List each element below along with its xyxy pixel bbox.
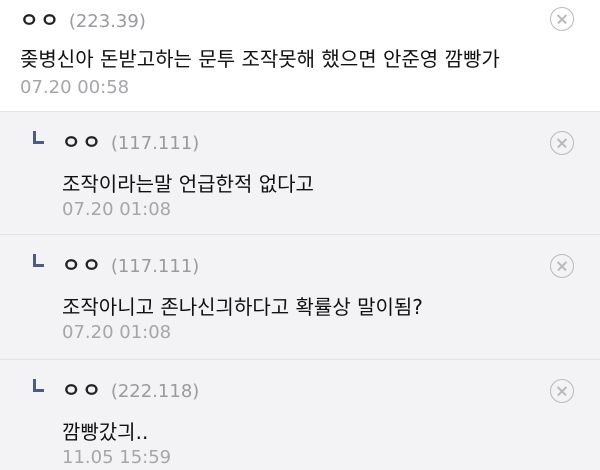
comment-nickname[interactable]: ㅇㅇ [62,374,103,403]
comment-ip: (117.111) [110,133,200,154]
comment-date: 11.05 15:59 [62,447,172,468]
comment-ip: (223.39) [68,11,146,32]
delete-comment-button[interactable] [550,254,574,278]
comment-date: 07.20 01:08 [62,322,172,343]
comment-date: 07.20 00:58 [20,77,130,98]
reply-item: ㅇㅇ (117.111) 조작이라는말 언급한적 없다고 07.20 01:08 [0,112,600,235]
reply-item: ㅇㅇ (117.111) 조작아니고 존나신긔하다고 확률상 말이됨? 07.2… [0,235,600,360]
reply-item: ㅇㅇ (222.118) 깜빵갔긔.. 11.05 15:59 [0,360,600,470]
comment-text: 조작이라는말 언급한적 없다고 [62,172,314,196]
comment-text: 좆병신아 돈받고하는 문투 조작못해 했으면 안준영 깜빵가 [20,47,500,71]
comment-header: ㅇㅇ (223.39) [20,4,146,33]
comment-item: ㅇㅇ (223.39) 좆병신아 돈받고하는 문투 조작못해 했으면 안준영 깜… [0,0,600,112]
delete-comment-button[interactable] [550,379,574,403]
comment-thread: ㅇㅇ (223.39) 좆병신아 돈받고하는 문투 조작못해 했으면 안준영 깜… [0,0,600,470]
comment-date: 07.20 01:08 [62,199,172,220]
reply-arrow-icon [33,254,44,267]
reply-arrow-icon [33,131,44,144]
comment-ip: (117.111) [110,256,200,277]
comment-header: ㅇㅇ (117.111) [62,249,199,278]
comment-text: 깜빵갔긔.. [62,420,149,444]
comment-nickname[interactable]: ㅇㅇ [62,126,103,155]
comment-nickname[interactable]: ㅇㅇ [62,249,103,278]
comment-ip: (222.118) [110,381,200,402]
reply-arrow-icon [33,379,44,392]
comment-header: ㅇㅇ (222.118) [62,374,199,403]
comment-header: ㅇㅇ (117.111) [62,126,199,155]
comment-nickname[interactable]: ㅇㅇ [20,4,61,33]
comment-text: 조작아니고 존나신긔하다고 확률상 말이됨? [62,295,423,319]
delete-comment-button[interactable] [550,7,574,31]
delete-comment-button[interactable] [550,131,574,155]
